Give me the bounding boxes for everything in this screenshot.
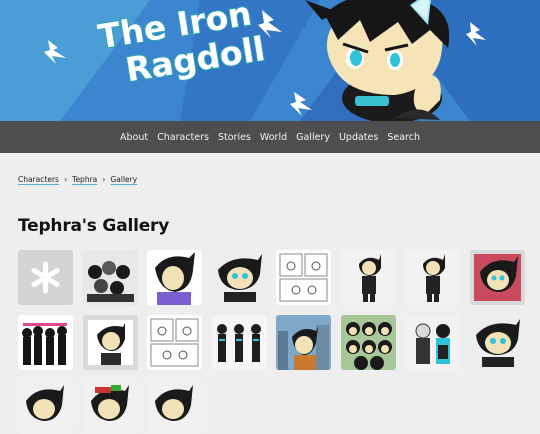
breadcrumb-separator: › [102, 175, 106, 184]
nav-updates[interactable]: Updates [334, 132, 382, 143]
nav-gallery[interactable]: Gallery [292, 132, 335, 143]
thumb-portrait-purple[interactable] [147, 250, 202, 305]
thumb-snowflake-icon-image [18, 250, 73, 305]
thumb-gun-pose-image [405, 250, 460, 305]
page-title: Tephra's Gallery [18, 216, 170, 236]
thumb-red-portrait-image [469, 250, 525, 305]
thumb-duo-figures[interactable] [405, 314, 460, 370]
thumb-expression-sheet[interactable] [340, 314, 396, 370]
thumb-city-scene-image [276, 314, 331, 370]
thumb-silhouettes-image [18, 314, 73, 370]
thumb-red-portrait[interactable] [469, 250, 525, 305]
breadcrumb: Characters › Tephra › Gallery [18, 175, 137, 184]
thumb-comic-page[interactable] [276, 250, 331, 305]
thumb-face-glasses-image [469, 314, 525, 370]
thumb-partial-3-image [147, 379, 202, 434]
site-banner: The Iron Ragdoll [0, 0, 540, 121]
thumb-gun-pose[interactable] [405, 250, 460, 305]
thumb-partial-1-image [18, 379, 73, 434]
thumb-duo-figures-image [405, 314, 460, 370]
thumb-standing-figure-image [340, 250, 396, 305]
thumb-partial-2-image [82, 379, 138, 434]
thumb-portrait-purple-image [147, 250, 202, 305]
thumb-group-sketch-image [82, 250, 138, 305]
thumb-character-turnaround[interactable] [211, 314, 267, 370]
breadcrumb-gallery[interactable]: Gallery [110, 175, 137, 184]
banner-art [0, 0, 540, 121]
thumb-comic-sketch-image [147, 314, 202, 370]
breadcrumb-characters[interactable]: Characters [18, 175, 59, 184]
thumb-partial-3[interactable] [147, 379, 202, 434]
breadcrumb-separator: › [63, 175, 68, 184]
thumb-group-sketch[interactable] [82, 250, 138, 305]
thumb-framed-bust-image [82, 314, 138, 370]
thumb-expression-sheet-image [340, 314, 396, 370]
nav-about[interactable]: About [116, 132, 153, 143]
thumb-comic-page-image [276, 250, 331, 305]
thumb-face-glasses[interactable] [469, 314, 525, 370]
thumb-standing-figure[interactable] [340, 250, 396, 305]
breadcrumb-tephra[interactable]: Tephra [72, 175, 97, 184]
main-nav: About Characters Stories World Gallery U… [0, 121, 540, 153]
nav-stories[interactable]: Stories [213, 132, 255, 143]
thumb-face-closeup-image [211, 250, 267, 305]
thumb-partial-2[interactable] [82, 379, 138, 434]
thumb-framed-bust[interactable] [82, 314, 138, 370]
thumb-face-closeup[interactable] [211, 250, 267, 305]
thumb-partial-1[interactable] [18, 379, 73, 434]
nav-characters[interactable]: Characters [153, 132, 214, 143]
nav-search[interactable]: Search [383, 132, 425, 143]
thumb-silhouettes[interactable] [18, 314, 73, 370]
thumb-city-scene[interactable] [276, 314, 331, 370]
thumb-snowflake-icon[interactable] [18, 250, 73, 305]
thumb-character-turnaround-image [211, 314, 267, 370]
thumb-comic-sketch[interactable] [147, 314, 202, 370]
nav-world[interactable]: World [255, 132, 291, 143]
